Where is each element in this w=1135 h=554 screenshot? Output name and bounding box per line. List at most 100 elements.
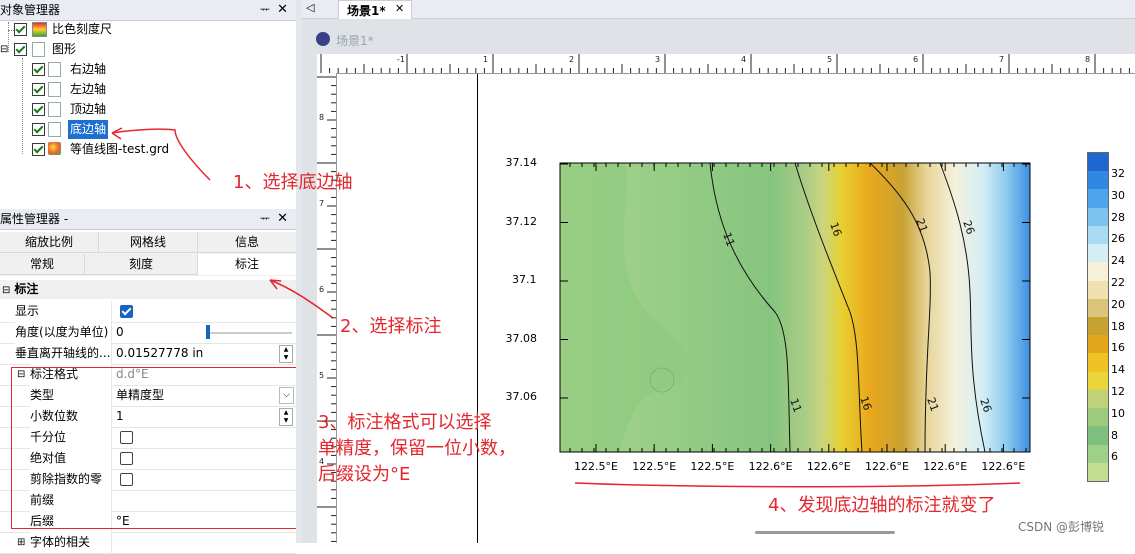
row-angle: 角度(以度为单位) 0 [0, 322, 296, 344]
watermark: CSDN @彭博锐 [1018, 520, 1105, 534]
horizontal-scrollbar[interactable] [755, 531, 895, 534]
ruler-top-label: -1 [397, 55, 405, 64]
ruler-top-ticks: -1 1 2 3 4 5 6 7 8 [320, 54, 1130, 73]
angle-slider-thumb[interactable] [206, 325, 210, 339]
spin-buttons[interactable]: ▲ ▼ [279, 345, 293, 363]
y-tick-label: 37.06 [505, 390, 538, 403]
close-icon[interactable]: ✕ [277, 209, 288, 229]
pin-icon[interactable]: ᅲ [260, 0, 270, 20]
close-icon[interactable]: ✕ [277, 0, 288, 20]
colorscale-icon [32, 22, 47, 37]
x-tick-label: 122.5°E [690, 460, 735, 473]
angle-slider-track[interactable] [207, 332, 292, 334]
contour-plot[interactable]: 1116 21 2611 16 21 26 [540, 152, 1040, 482]
colorbar-swatch [1088, 389, 1108, 409]
property-manager-title: 属性管理器 - [0, 212, 69, 226]
tree-item-label: 等值线图-test.grd [70, 142, 170, 156]
tree-item-label: 左边轴 [70, 82, 107, 96]
colorbar-swatch [1088, 280, 1108, 300]
visibility-checkbox[interactable] [32, 63, 45, 76]
x-tick-label: 122.6°E [981, 460, 1026, 473]
ruler-top-label: 1 [483, 55, 488, 64]
row-label: 垂直离开轴线的... [15, 343, 112, 364]
colorbar-label: 8 [1111, 428, 1118, 442]
colorbar-swatch [1088, 171, 1108, 190]
tab-scale[interactable]: 缩放比例 [0, 232, 99, 253]
ruler-top-label: 8 [1085, 55, 1090, 64]
colorbar-label: 20 [1111, 297, 1125, 311]
ruler-top-label: 2 [569, 55, 574, 64]
tree-item-label: 图形 [52, 42, 77, 56]
offset-value[interactable]: 0.01527778 in [116, 343, 294, 364]
highlight-box [11, 367, 310, 529]
tab-info[interactable]: 信息 [198, 232, 297, 253]
colorbar-label: 30 [1111, 188, 1125, 202]
visibility-checkbox[interactable] [32, 83, 45, 96]
row-display: 显示 [0, 301, 296, 323]
section-title: 标注 [14, 282, 39, 296]
colorbar-swatch [1088, 153, 1108, 172]
row-label: 显示 [15, 301, 112, 322]
object-manager-header: 对象管理器 ᅲ ✕ [0, 0, 296, 21]
colorbar-label: 22 [1111, 276, 1125, 289]
visibility-checkbox[interactable] [32, 103, 45, 116]
row-font: ⊞ 字体的相关 [0, 532, 296, 554]
row-label: 角度(以度为单位) [15, 322, 112, 343]
ruler-top-label: 5 [827, 55, 832, 64]
ruler-left-label: 5 [319, 371, 324, 380]
colorbar-swatch [1088, 426, 1108, 446]
ruler-top-label: 4 [741, 55, 746, 64]
x-tick-label: 122.6°E [748, 460, 793, 473]
ruler-left-label: 7 [319, 199, 324, 208]
pin-icon[interactable]: ᅲ [260, 209, 270, 229]
colorbar-swatch [1088, 408, 1108, 427]
colorbar-label: 12 [1111, 385, 1125, 398]
collapse-icon[interactable]: ⊟ [2, 285, 10, 296]
ruler-top-label: 3 [655, 55, 660, 64]
object-manager-title: 对象管理器 [0, 3, 61, 17]
visibility-checkbox[interactable] [14, 43, 27, 56]
section-header[interactable]: ⊟ 标注 [0, 280, 296, 299]
x-tick-label: 122.6°E [806, 460, 851, 473]
colorbar-label: 16 [1111, 341, 1125, 355]
tab-general[interactable]: 常规 [0, 254, 85, 275]
property-manager-header: 属性管理器 - ᅲ ✕ [0, 209, 296, 230]
visibility-checkbox[interactable] [32, 123, 45, 136]
annotation-step2: 2、选择标注 [340, 316, 442, 337]
colorbar-swatch [1088, 225, 1108, 245]
axis-icon [48, 102, 61, 117]
property-tabs: 缩放比例 网格线 信息 常规 刻度 标注 [0, 232, 297, 276]
x-tick-label: 122.5°E [632, 460, 677, 473]
contour-map-icon [48, 142, 61, 155]
property-grid: ⊟ 标注 显示 角度(以度为单位) 0 垂直离开轴线的... 0.01527778… [0, 280, 310, 554]
colorbar-label: 32 [1111, 167, 1125, 180]
colorbar[interactable] [1087, 152, 1109, 482]
colorbar-swatch [1088, 262, 1108, 282]
annotation-step3-line3: 后缀设为°E [318, 464, 411, 485]
axis-icon [48, 122, 61, 137]
scroll-left-icon[interactable]: ◁ [306, 1, 314, 14]
close-icon[interactable]: ✕ [395, 2, 404, 15]
colorbar-swatch [1088, 444, 1108, 464]
colorbar-swatch [1088, 207, 1108, 227]
annotation-step3-line1: 3、标注格式可以选择 [318, 412, 492, 433]
visibility-checkbox[interactable] [14, 23, 27, 36]
tab-gridlines[interactable]: 网格线 [99, 232, 198, 253]
colorbar-label: 10 [1111, 406, 1125, 420]
y-tick-label: 37.14 [505, 156, 538, 169]
tab-scene[interactable]: 场景1* ✕ [338, 0, 412, 19]
colorbar-swatch [1088, 298, 1108, 318]
collapse-icon[interactable]: ⊟ [0, 40, 8, 59]
view-title: 场景1* [336, 34, 374, 48]
tab-labels[interactable]: 标注 [198, 254, 297, 275]
visibility-checkbox[interactable] [32, 143, 45, 156]
x-tick-label: 122.6°E [865, 460, 909, 473]
colorbar-swatch [1088, 244, 1108, 263]
annotation-step1: 1、选择底边轴 [233, 172, 353, 193]
row-offset: 垂直离开轴线的... 0.01527778 in ▲ ▼ [0, 343, 296, 365]
colorbar-swatch [1088, 317, 1108, 336]
colorbar-label: 24 [1111, 254, 1125, 268]
colorbar-label: 26 [1111, 232, 1125, 246]
display-checkbox[interactable] [120, 305, 133, 318]
tab-ticks[interactable]: 刻度 [85, 254, 198, 275]
